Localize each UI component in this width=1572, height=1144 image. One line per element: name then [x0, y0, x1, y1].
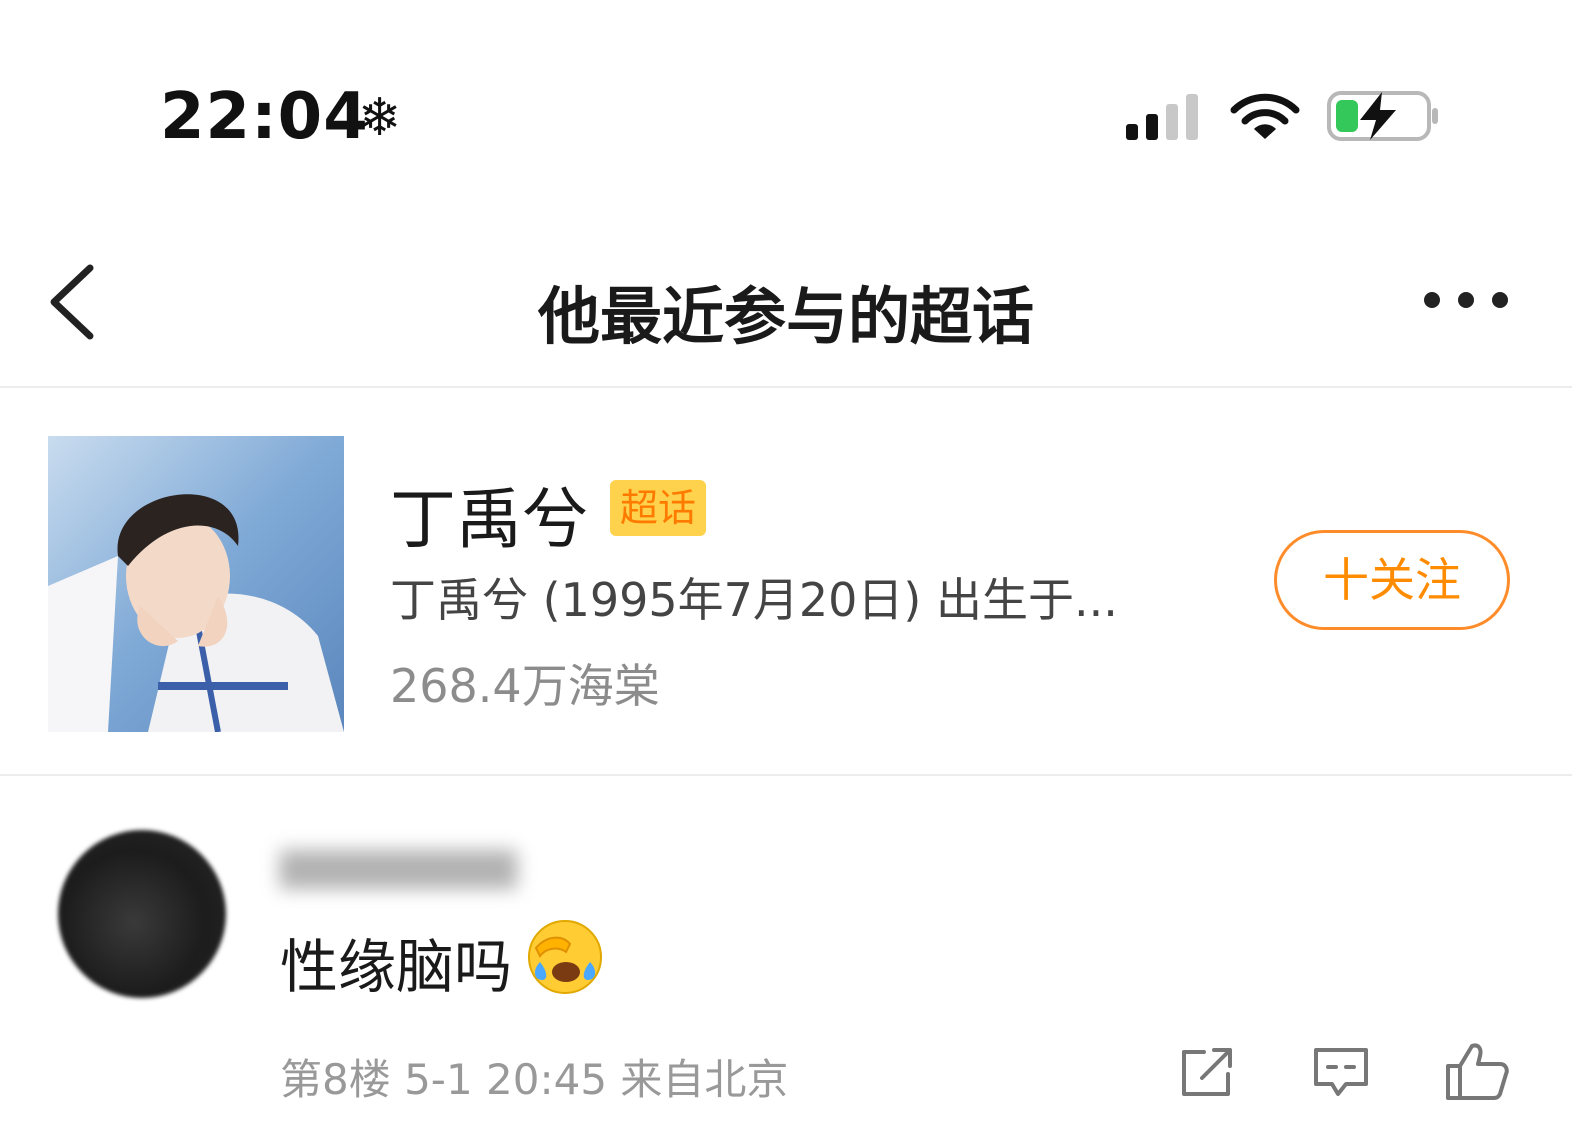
more-dots-icon[interactable]	[1418, 282, 1518, 318]
topic-description: 丁禹兮 (1995年7月20日) 出生于...	[390, 573, 1118, 627]
topic-avatar[interactable]	[48, 436, 344, 732]
super-topic-badge: 超话	[610, 480, 706, 536]
nav-divider	[0, 386, 1572, 388]
signal-icon	[1126, 94, 1198, 140]
like-icon[interactable]	[1444, 1040, 1510, 1102]
topic-name[interactable]: 丁禹兮	[390, 466, 588, 562]
battery-charging-icon	[1327, 91, 1438, 141]
commenter-name-blurred[interactable]: ▆▆▆▆▆▆▆	[280, 838, 517, 889]
section-divider	[0, 774, 1572, 776]
commenter-avatar[interactable]	[58, 830, 226, 998]
status-time: 22:04	[160, 80, 369, 154]
follow-button[interactable]: 十关注	[1274, 530, 1510, 630]
comment-icon[interactable]	[1312, 1046, 1370, 1100]
share-icon[interactable]	[1178, 1046, 1236, 1100]
page-title: 他最近参与的超话	[537, 280, 1034, 353]
comment-meta: 第8楼 5-1 20:45 来自北京	[280, 1055, 789, 1104]
facepalm-crying-emoji	[528, 920, 602, 994]
topic-fan-count: 268.4万海棠	[390, 659, 660, 713]
comment-text: 性缘脑吗	[280, 933, 513, 1001]
snowflake-icon: ❄	[358, 88, 402, 148]
wifi-icon	[1230, 93, 1300, 139]
